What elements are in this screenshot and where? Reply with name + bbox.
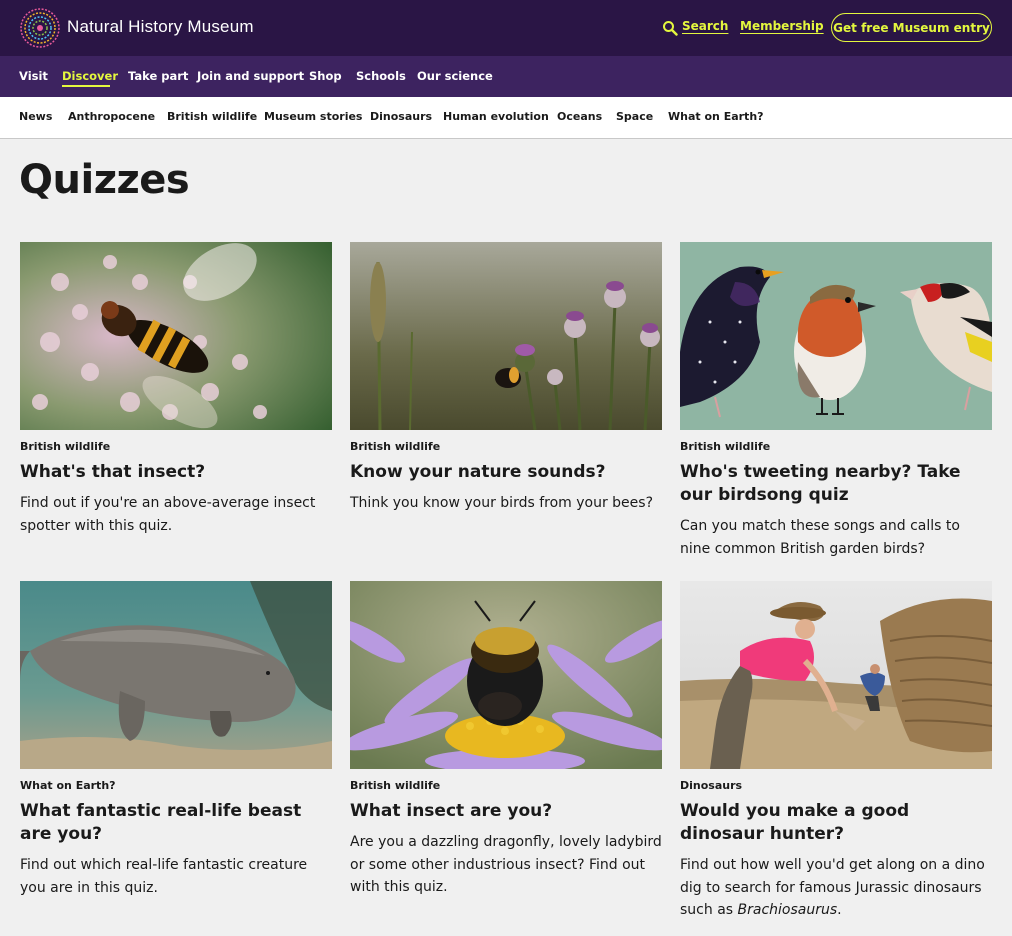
subnav-item-space[interactable]: Space xyxy=(616,110,653,123)
search-icon[interactable] xyxy=(662,20,678,36)
nav-item-our-science[interactable]: Our science xyxy=(417,69,493,83)
subnav-item-anthropocene[interactable]: Anthropocene xyxy=(68,110,155,123)
subnav-item-dinosaurs[interactable]: Dinosaurs xyxy=(370,110,432,123)
bee-on-thistle-image[interactable] xyxy=(350,242,662,430)
brand-name[interactable]: Natural History Museum xyxy=(67,17,254,37)
card-description: Find out how well you'd get along on a d… xyxy=(680,854,992,922)
nav-item-take-part[interactable]: Take part xyxy=(128,69,188,83)
card-category[interactable]: British wildlife xyxy=(350,440,662,453)
hoverfly-image[interactable] xyxy=(20,242,332,430)
nav-item-join-and-support[interactable]: Join and support xyxy=(197,69,304,83)
card-description: Think you know your birds from your bees… xyxy=(350,495,654,511)
card-title[interactable]: What fantastic real-life beast are you? xyxy=(20,800,332,846)
nav-item-schools[interactable]: Schools xyxy=(356,69,406,83)
card-title[interactable]: What insect are you? xyxy=(350,800,662,823)
quiz-card-whos-tweeting-nearby[interactable]: British wildlife Who's tweeting nearby? … xyxy=(680,242,992,560)
bumblebee-on-flower-image[interactable] xyxy=(350,581,662,769)
card-category[interactable]: British wildlife xyxy=(680,440,992,453)
subnav-item-news[interactable]: News xyxy=(19,110,52,123)
fossil-dig-image[interactable] xyxy=(680,581,992,769)
main-nav: Visit Discover Take part Join and suppor… xyxy=(0,56,1012,97)
garden-birds-illustration[interactable] xyxy=(680,242,992,430)
card-title[interactable]: Would you make a good dinosaur hunter? xyxy=(680,800,992,846)
card-description-species: Brachiosaurus xyxy=(737,902,838,918)
card-description-end: . xyxy=(837,902,842,918)
quiz-card-what-fantastic-beast[interactable]: What on Earth? What fantastic real-life … xyxy=(20,581,332,899)
card-description: Find out which real-life fantastic creat… xyxy=(20,857,308,896)
quiz-card-dinosaur-hunter[interactable]: Dinosaurs Would you make a good dinosaur… xyxy=(680,581,992,922)
card-title[interactable]: What's that insect? xyxy=(20,461,332,484)
card-description: Find out if you're an above-average inse… xyxy=(20,495,316,534)
nav-item-shop[interactable]: Shop xyxy=(309,69,342,83)
quiz-card-know-your-nature-sounds[interactable]: British wildlife Know your nature sounds… xyxy=(350,242,662,515)
subnav-item-human-evolution[interactable]: Human evolution xyxy=(443,110,549,123)
sub-nav: News Anthropocene British wildlife Museu… xyxy=(0,97,1012,139)
page-title: Quizzes xyxy=(19,157,190,203)
card-category[interactable]: What on Earth? xyxy=(20,779,332,792)
subnav-item-what-on-earth[interactable]: What on Earth? xyxy=(668,110,764,123)
manatee-image[interactable] xyxy=(20,581,332,769)
card-category[interactable]: British wildlife xyxy=(20,440,332,453)
subnav-item-british-wildlife[interactable]: British wildlife xyxy=(167,110,257,123)
quiz-card-what-insect-are-you[interactable]: British wildlife What insect are you? Ar… xyxy=(350,581,662,899)
subnav-item-oceans[interactable]: Oceans xyxy=(557,110,602,123)
museum-logo-icon[interactable] xyxy=(20,8,60,48)
search-link[interactable]: Search xyxy=(682,19,728,33)
card-title[interactable]: Know your nature sounds? xyxy=(350,461,662,484)
active-nav-indicator xyxy=(62,85,110,87)
nav-item-discover[interactable]: Discover xyxy=(62,69,118,83)
card-category[interactable]: Dinosaurs xyxy=(680,779,992,792)
subnav-item-museum-stories[interactable]: Museum stories xyxy=(264,110,362,123)
get-free-entry-button[interactable]: Get free Museum entry xyxy=(831,13,992,42)
card-category[interactable]: British wildlife xyxy=(350,779,662,792)
membership-link[interactable]: Membership xyxy=(740,19,824,33)
nav-item-visit[interactable]: Visit xyxy=(19,69,48,83)
card-description: Can you match these songs and calls to n… xyxy=(680,518,960,557)
top-header: Natural History Museum Search Membership… xyxy=(0,0,1012,56)
card-description: Are you a dazzling dragonfly, lovely lad… xyxy=(350,834,662,895)
card-title[interactable]: Who's tweeting nearby? Take our birdsong… xyxy=(680,461,992,507)
quiz-card-whats-that-insect[interactable]: British wildlife What's that insect? Fin… xyxy=(20,242,332,537)
